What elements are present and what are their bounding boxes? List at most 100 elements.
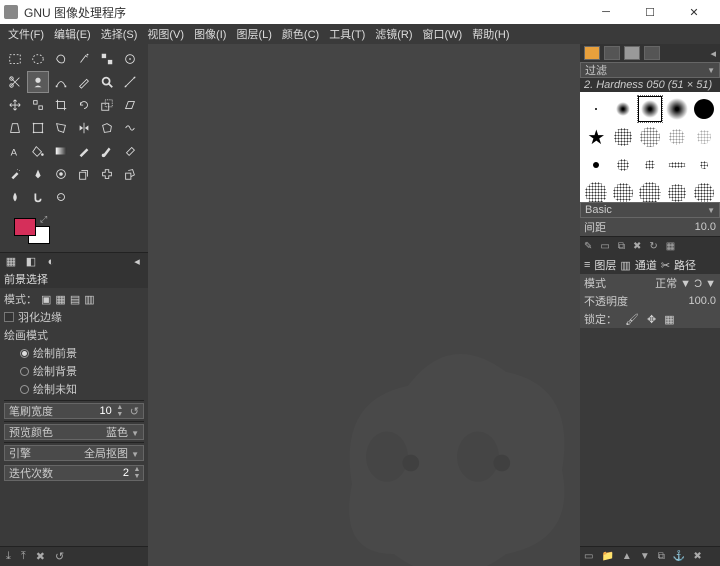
paths-tool[interactable]: [50, 71, 72, 93]
scale-tool[interactable]: [96, 94, 118, 116]
brush-item[interactable]: [611, 152, 636, 178]
menu-help[interactable]: 帮助(H): [468, 25, 513, 43]
brush-item[interactable]: [584, 180, 609, 202]
brush-item[interactable]: [638, 180, 663, 202]
minimize-button[interactable]: ─: [584, 0, 628, 24]
delete-preset-icon[interactable]: ✖: [36, 550, 45, 563]
channels-icon[interactable]: ▥: [620, 259, 630, 272]
brush-item[interactable]: [664, 96, 689, 122]
iterations-value[interactable]: 2: [121, 467, 131, 479]
measure-tool[interactable]: [119, 71, 141, 93]
clone-tool[interactable]: [73, 163, 95, 185]
blur-tool[interactable]: [4, 186, 26, 208]
brush-item[interactable]: [664, 180, 689, 202]
fuzzy-select-tool[interactable]: [73, 48, 95, 70]
lock-alpha-icon[interactable]: ▦: [664, 313, 674, 326]
gradient-tool[interactable]: [50, 140, 72, 162]
rect-select-tool[interactable]: [4, 48, 26, 70]
color-picker-tool[interactable]: [73, 71, 95, 93]
text-tool[interactable]: A: [4, 140, 26, 162]
brushes-tab-icon[interactable]: [584, 46, 600, 60]
close-button[interactable]: ✕: [672, 0, 716, 24]
restore-preset-icon[interactable]: ⤒: [21, 550, 26, 563]
heal-tool[interactable]: [96, 163, 118, 185]
unified-transform-tool[interactable]: [27, 117, 49, 139]
mode-subtract-icon[interactable]: ▤: [70, 293, 80, 306]
brush-item[interactable]: ★: [584, 124, 609, 150]
reset-preset-icon[interactable]: ↺: [55, 550, 64, 563]
fonts-tab-icon[interactable]: [624, 46, 640, 60]
layer-mode-value[interactable]: 正常: [655, 278, 677, 290]
eraser-tool[interactable]: [119, 140, 141, 162]
brush-item[interactable]: [691, 96, 716, 122]
layers-list[interactable]: [580, 328, 720, 546]
mode-switch-icon[interactable]: Ɔ: [694, 278, 702, 290]
lock-pixels-icon[interactable]: 🖌: [625, 313, 639, 326]
duplicate-layer-icon[interactable]: ⧉: [658, 551, 665, 562]
perspective-clone-tool[interactable]: [119, 163, 141, 185]
brush-item[interactable]: [691, 152, 716, 178]
draw-fg-radio[interactable]: [20, 349, 29, 358]
patterns-tab-icon[interactable]: [604, 46, 620, 60]
move-tool[interactable]: [4, 94, 26, 116]
swap-colors-icon[interactable]: ⤢: [40, 214, 47, 225]
spin-up-icon[interactable]: ▲: [114, 404, 126, 411]
brush-filter-dropdown[interactable]: 过滤 ▼: [580, 62, 720, 78]
menu-file[interactable]: 文件(F): [4, 25, 48, 43]
tab-menu-icon[interactable]: ◂: [710, 47, 716, 60]
new-group-icon[interactable]: 📁: [601, 551, 613, 562]
engine-dropdown[interactable]: 引擎 全局抠图 ▼: [4, 445, 144, 461]
spin-down-icon[interactable]: ▼: [131, 473, 143, 480]
menu-filter[interactable]: 滤镜(R): [371, 25, 416, 43]
feather-checkbox[interactable]: [4, 312, 14, 322]
spin-up-icon[interactable]: ▲: [131, 466, 143, 473]
mypaint-brush-tool[interactable]: [50, 163, 72, 185]
brush-item[interactable]: [611, 124, 636, 150]
paintbrush-tool[interactable]: [96, 140, 118, 162]
brush-item[interactable]: [691, 124, 716, 150]
warp-tool[interactable]: [119, 117, 141, 139]
menu-view[interactable]: 视图(V): [143, 25, 188, 43]
ink-tool[interactable]: [27, 163, 49, 185]
menu-edit[interactable]: 编辑(E): [50, 25, 95, 43]
brush-item[interactable]: [638, 96, 663, 122]
device-status-tab-icon[interactable]: ◧: [24, 255, 38, 269]
airbrush-tool[interactable]: [4, 163, 26, 185]
brush-spacing-slider[interactable]: 间距 10.0: [580, 218, 720, 236]
tool-options-tab-icon[interactable]: ▦: [4, 255, 18, 269]
brush-item[interactable]: [638, 152, 663, 178]
crop-tool[interactable]: [50, 94, 72, 116]
brush-item[interactable]: [584, 152, 609, 178]
menu-layer[interactable]: 图层(L): [232, 25, 275, 43]
delete-brush-icon[interactable]: ✖: [633, 241, 641, 252]
ellipse-select-tool[interactable]: [27, 48, 49, 70]
bucket-fill-tool[interactable]: [27, 140, 49, 162]
zoom-tool[interactable]: [96, 71, 118, 93]
shear-tool[interactable]: [119, 94, 141, 116]
tab-channels[interactable]: 通道: [635, 257, 657, 273]
menu-window[interactable]: 窗口(W): [419, 25, 467, 43]
flip-tool[interactable]: [73, 117, 95, 139]
tab-menu-icon[interactable]: ◂: [130, 255, 144, 269]
brush-item[interactable]: [638, 124, 663, 150]
chevron-down-icon[interactable]: ▼: [705, 278, 716, 290]
lock-position-icon[interactable]: ✥: [647, 313, 656, 326]
stroke-width-value[interactable]: 10: [98, 405, 114, 417]
scissors-tool[interactable]: [4, 71, 26, 93]
smudge-tool[interactable]: [27, 186, 49, 208]
handle-transform-tool[interactable]: [50, 117, 72, 139]
undo-history-tab-icon[interactable]: ◐: [44, 255, 58, 269]
brush-item[interactable]: [611, 96, 636, 122]
menu-image[interactable]: 图像(I): [190, 25, 230, 43]
duplicate-brush-icon[interactable]: ⧉: [618, 241, 625, 252]
menu-select[interactable]: 选择(S): [97, 25, 142, 43]
dodge-burn-tool[interactable]: [50, 186, 72, 208]
save-preset-icon[interactable]: ⤓: [6, 550, 11, 563]
brush-item[interactable]: [611, 180, 636, 202]
refresh-brush-icon[interactable]: ↻: [649, 241, 657, 252]
rotate-tool[interactable]: [73, 94, 95, 116]
new-brush-icon[interactable]: ▭: [600, 241, 609, 252]
mode-add-icon[interactable]: ▦: [55, 293, 65, 306]
foreground-color[interactable]: [14, 218, 36, 236]
cage-tool[interactable]: [96, 117, 118, 139]
